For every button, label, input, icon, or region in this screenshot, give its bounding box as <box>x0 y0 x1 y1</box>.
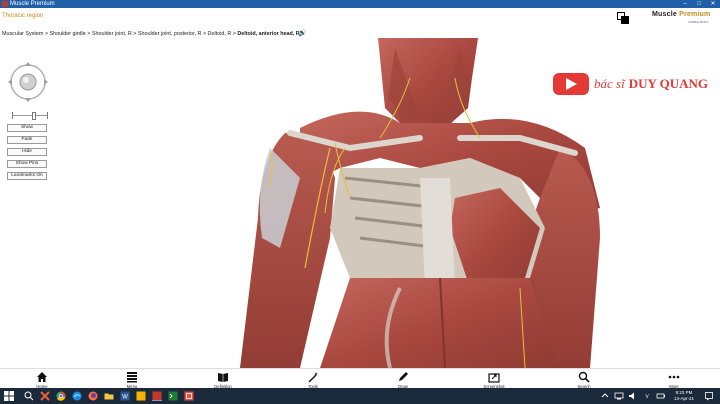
layers-icon[interactable] <box>617 12 629 24</box>
language-icon[interactable]: V <box>642 391 652 401</box>
breadcrumb-current: Deltoid, anterior head, R <box>237 31 300 37</box>
clock-date: 13-Apr-21 <box>673 396 694 401</box>
hide-button[interactable]: Hide <box>7 148 47 156</box>
breadcrumb-path[interactable]: Muscular System > Shoulder girdle > Shou… <box>2 31 237 37</box>
svg-text:V: V <box>645 394 649 400</box>
os-taskbar: W V 9:23 PM 13-Apr-21 <box>0 388 720 404</box>
home-icon <box>37 372 47 382</box>
search-button[interactable]: Search <box>564 369 604 389</box>
youtube-icon <box>553 73 589 95</box>
pencil-icon <box>399 372 408 381</box>
wand-icon <box>308 372 318 383</box>
taskbar-clock[interactable]: 9:23 PM 13-Apr-21 <box>671 390 697 402</box>
app-red-icon[interactable] <box>184 391 194 401</box>
screenshot-button[interactable]: Screenshot <box>474 369 514 389</box>
maximize-button[interactable]: □ <box>692 0 706 8</box>
window-title: Muscle Premium <box>10 1 55 7</box>
home-button[interactable]: Home <box>22 369 62 389</box>
bottom-toolbar: Home Menu Definition Tools Draw Screensh… <box>0 368 720 389</box>
screenshot-icon <box>488 373 500 383</box>
menu-icon <box>127 372 137 383</box>
windows-start-icon[interactable] <box>4 391 14 401</box>
show-pins-button[interactable]: Show Pins <box>7 160 47 168</box>
rotate-right-icon <box>44 79 48 85</box>
folder-icon[interactable] <box>104 391 114 401</box>
watermark-prefix: bác sĩ <box>594 76 625 91</box>
app-header: Thoracic region Muscle Premium VISIBLE B… <box>0 8 720 28</box>
notification-icon[interactable] <box>704 391 714 401</box>
window-titlebar: Muscle Premium – □ ✕ <box>0 0 720 8</box>
anatomy-viewport[interactable]: bác sĩ DUY QUANG <box>0 38 720 368</box>
rotate-control[interactable] <box>6 60 50 104</box>
minimize-button[interactable]: – <box>678 0 692 8</box>
volume-icon[interactable] <box>628 391 638 401</box>
app-yellow-icon[interactable] <box>136 391 146 401</box>
brand-logo: Muscle Premium <box>652 11 711 18</box>
more-button[interactable]: More <box>654 369 694 389</box>
more-icon <box>668 375 680 379</box>
muscle-premium-taskbar-icon[interactable] <box>152 391 162 401</box>
rotate-left-icon <box>8 79 12 85</box>
x-app-icon[interactable] <box>40 391 50 401</box>
edge-icon[interactable] <box>72 391 82 401</box>
zoom-slider[interactable] <box>9 112 49 120</box>
tools-button[interactable]: Tools <box>293 369 333 389</box>
definition-button[interactable]: Definition <box>203 369 243 389</box>
close-button[interactable]: ✕ <box>706 0 720 8</box>
book-icon <box>218 373 228 382</box>
breadcrumb[interactable]: Muscular System > Shoulder girdle > Shou… <box>2 31 300 37</box>
region-label: Thoracic region <box>2 13 44 19</box>
brand-subtitle: VISIBLE BODY <box>688 20 709 24</box>
fade-button[interactable]: Fade <box>7 136 47 144</box>
show-button[interactable]: Show <box>7 124 47 132</box>
word-icon[interactable]: W <box>120 391 130 401</box>
speaker-icon[interactable]: 🔊 <box>298 29 307 37</box>
rotate-up-icon <box>25 62 31 66</box>
zoom-slider-thumb[interactable] <box>32 112 36 120</box>
draw-button[interactable]: Draw <box>383 369 423 389</box>
firefox-icon[interactable] <box>88 391 98 401</box>
landmarks-button[interactable]: Landmarks On <box>7 172 47 180</box>
rotate-down-icon <box>25 98 31 102</box>
search-icon <box>578 371 590 383</box>
svg-text:W: W <box>122 395 128 401</box>
terminal-icon[interactable] <box>168 391 178 401</box>
watermark-name: DUY QUANG <box>628 76 709 91</box>
network-icon[interactable] <box>614 391 624 401</box>
app-icon <box>2 1 8 7</box>
menu-button[interactable]: Menu <box>112 369 152 389</box>
battery-icon[interactable] <box>656 391 666 401</box>
search-taskbar-icon[interactable] <box>24 391 34 401</box>
tray-up-icon[interactable] <box>600 391 610 401</box>
chrome-icon[interactable] <box>56 391 66 401</box>
